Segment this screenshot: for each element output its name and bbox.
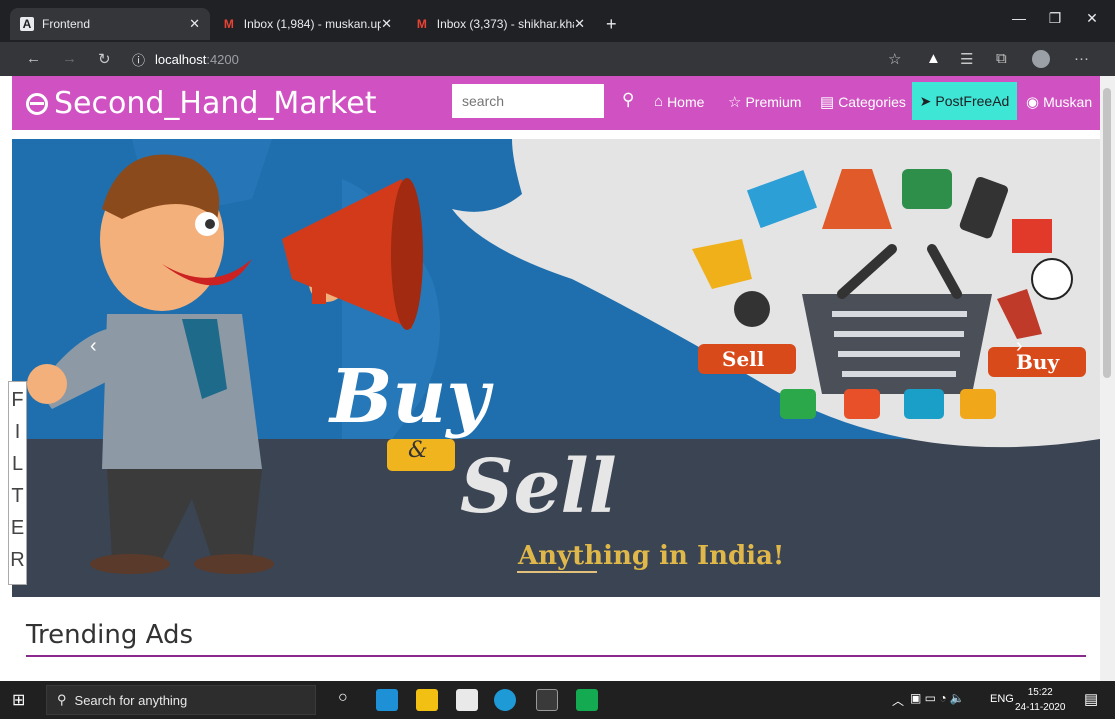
browser-tab-frontend[interactable]: A Frontend ✕ <box>10 8 210 40</box>
filter-side-tab[interactable]: F I L T E R <box>8 381 27 585</box>
angular-icon: A <box>20 17 34 31</box>
notification-icon[interactable]: ▤ <box>1084 690 1098 708</box>
hero-sell-text: Sell <box>460 444 617 530</box>
hero-tagline: Anything in India! <box>518 541 785 571</box>
info-icon[interactable]: ⓘ <box>132 50 145 69</box>
post-free-ad-button[interactable]: ➤ PostFreeAd <box>912 82 1017 120</box>
user-menu[interactable]: ◉ Muskan <box>1026 93 1092 111</box>
profile-avatar-icon[interactable] <box>1032 50 1050 68</box>
nav-home-label: Home <box>667 93 705 110</box>
nav-categories[interactable]: ▤ Categories <box>820 93 906 111</box>
carousel-next-icon[interactable]: › <box>1016 335 1023 358</box>
maximize-icon[interactable]: ❐ <box>1040 10 1070 27</box>
taskbar-clock[interactable]: 15:22 24-11-2020 <box>1015 685 1065 715</box>
taskbar-search[interactable]: ⚲ Search for anything <box>46 685 316 715</box>
browser-tab-strip: A Frontend ✕ M Inbox (1,984) - muskan.up… <box>0 0 1115 42</box>
terminal-icon[interactable] <box>536 689 558 711</box>
browser-tab-inbox-1[interactable]: M Inbox (1,984) - muskan.upadhya ✕ <box>212 8 402 40</box>
address-bar[interactable]: ⓘ localhost:4200 <box>132 47 892 71</box>
gmail-icon: M <box>416 17 427 31</box>
new-tab-button[interactable]: + <box>596 8 626 40</box>
carousel-prev-icon[interactable]: ‹ <box>90 335 97 358</box>
mail-app-icon[interactable] <box>376 689 398 711</box>
favorites-list-icon[interactable]: ☰ <box>960 50 973 68</box>
language-indicator[interactable]: ENG <box>990 693 1014 705</box>
more-menu-icon[interactable]: ··· <box>1074 50 1089 67</box>
sell-tag: Sell <box>722 347 765 371</box>
extension-icon[interactable]: ▲ <box>926 50 941 67</box>
tray-icons[interactable]: ▣ ▭ ◔ 🔈 <box>910 691 965 705</box>
browser-toolbar: ← → ↻ ⓘ localhost:4200 ☆ ▲ ☰ ⧉ ··· <box>0 42 1115 76</box>
post-free-ad-label: PostFreeAd <box>935 93 1010 109</box>
filter-letter: E <box>10 517 25 539</box>
nav-premium-label: Premium <box>745 94 802 110</box>
search-icon[interactable]: ⚲ <box>622 90 634 110</box>
close-window-icon[interactable]: ✕ <box>1077 10 1107 27</box>
scrollbar-thumb[interactable] <box>1103 88 1111 378</box>
app-navbar: Second_Hand_Market ⚲ ⌂ Home ☆ Premium ▤ … <box>12 76 1100 130</box>
gmail-icon: M <box>223 17 234 31</box>
tab-title: Inbox (1,984) - muskan.upadhya <box>243 17 382 31</box>
windows-start-icon[interactable]: ⊞ <box>12 690 25 710</box>
close-tab-icon[interactable]: ✕ <box>189 16 200 32</box>
store-icon[interactable] <box>456 689 478 711</box>
favorite-star-icon[interactable]: ☆ <box>888 50 901 68</box>
forward-icon[interactable]: → <box>62 50 77 67</box>
search-input[interactable] <box>452 84 604 118</box>
home-icon: ⌂ <box>654 93 664 110</box>
hero-and-text: & <box>408 438 428 463</box>
tab-title: Inbox (3,373) - shikhar.khare_cs1 <box>436 17 574 31</box>
back-icon[interactable]: ← <box>26 50 41 67</box>
user-icon: ◉ <box>1026 94 1040 111</box>
browser-tab-inbox-2[interactable]: M Inbox (3,373) - shikhar.khare_cs1 ✕ <box>405 8 595 40</box>
task-view-icon[interactable]: ○ <box>338 689 348 707</box>
globe-icon <box>26 92 48 115</box>
filter-letter: F <box>11 389 24 411</box>
edge-icon[interactable] <box>494 689 516 711</box>
reload-icon[interactable]: ↻ <box>98 50 111 68</box>
chevron-up-icon[interactable]: ︿ <box>892 692 904 709</box>
nav-premium[interactable]: ☆ Premium <box>728 93 801 111</box>
tab-title: Frontend <box>42 17 91 31</box>
trending-ads-heading: Trending Ads <box>26 620 194 650</box>
nav-home[interactable]: ⌂ Home <box>654 93 704 110</box>
mongodb-icon[interactable] <box>576 689 598 711</box>
url-port: :4200 <box>206 51 239 67</box>
star-icon: ☆ <box>728 94 742 111</box>
clock-date: 24-11-2020 <box>1015 702 1066 713</box>
url-host: localhost <box>155 51 207 67</box>
filter-letter: T <box>11 485 24 507</box>
brand-logo[interactable]: Second_Hand_Market <box>26 86 377 121</box>
filter-letter: I <box>14 421 21 443</box>
hero-banner: Sell Buy Buy & Sell Anything in India! ‹… <box>12 139 1100 597</box>
brand-name: Second_Hand_Market <box>54 86 377 121</box>
close-tab-icon[interactable]: ✕ <box>574 16 585 32</box>
nav-categories-label: Categories <box>838 94 906 110</box>
send-icon: ➤ <box>919 92 932 109</box>
hero-buy-text: Buy <box>330 354 490 440</box>
search-icon: ⚲ <box>57 692 67 707</box>
clock-time: 15:22 <box>1027 687 1053 698</box>
close-tab-icon[interactable]: ✕ <box>381 16 392 32</box>
file-explorer-icon[interactable] <box>416 689 438 711</box>
document-icon: ▤ <box>820 94 835 111</box>
minimize-icon[interactable]: — <box>1004 10 1034 26</box>
windows-taskbar: ⊞ ⚲ Search for anything ○ ︿ ▣ ▭ ◔ 🔈 ENG … <box>0 681 1115 719</box>
filter-letter: L <box>11 453 24 475</box>
user-name: Muskan <box>1043 94 1093 110</box>
collections-icon[interactable]: ⧉ <box>996 50 1007 67</box>
section-divider <box>26 655 1086 657</box>
taskbar-search-placeholder: Search for anything <box>74 692 188 708</box>
filter-letter: R <box>10 549 25 571</box>
